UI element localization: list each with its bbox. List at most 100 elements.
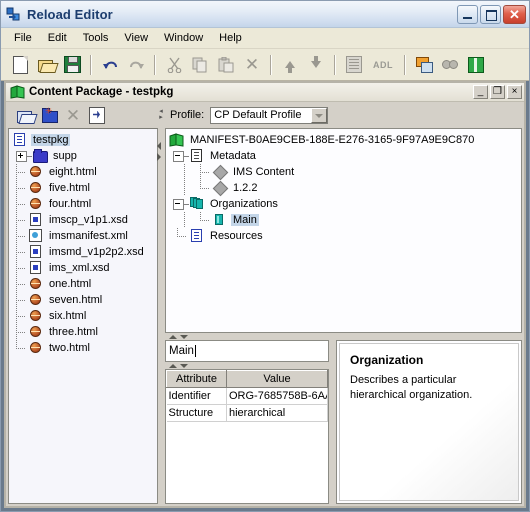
resources-icon (189, 228, 205, 244)
vertical-splitter-help[interactable] (329, 340, 336, 504)
splitter-up-arrow[interactable] (169, 363, 177, 368)
tree-node-manifest[interactable]: MANIFEST-B0AE9CEB-188E-E276-3165-9F97A9E… (169, 132, 521, 148)
tree-node-metadata[interactable]: Metadata (169, 148, 521, 164)
collapse-metadata-icon[interactable] (173, 150, 184, 162)
toolbar-open[interactable] (33, 52, 59, 78)
menu-help[interactable]: Help (211, 30, 250, 46)
menu-edit[interactable]: Edit (40, 30, 75, 46)
toolbar-help-book[interactable] (463, 52, 489, 78)
cp-restore-button[interactable]: ❐ (490, 85, 505, 99)
manifest-tree: MANIFEST-B0AE9CEB-188E-E276-3165-9F97A9E… (166, 129, 521, 244)
content-package-controls: _ ❐ × (473, 85, 522, 99)
cell-value[interactable]: ORG-7685758B-6AA... (226, 387, 328, 405)
tree-node-two-html[interactable]: two.html (12, 340, 157, 356)
tree-node-supp[interactable]: supp (12, 148, 157, 164)
chevron-down-icon[interactable] (311, 107, 328, 123)
toolbar-view-source[interactable] (437, 52, 463, 78)
horizontal-splitter-bottom[interactable] (165, 362, 329, 369)
toolbar-preview[interactable] (411, 52, 437, 78)
collapse-organizations-icon[interactable] (173, 198, 184, 210)
menu-window[interactable]: Window (156, 30, 211, 46)
column-header-attribute[interactable]: Attribute (166, 370, 227, 388)
attributes-table-panel[interactable]: Attribute Value Identifier ORG-7685758B-… (165, 369, 329, 504)
tree-node-version[interactable]: 1.2.2 (169, 180, 521, 197)
cp-delete[interactable]: ✕ (61, 104, 85, 126)
vertical-splitter[interactable] (157, 128, 165, 504)
splitter-down-arrow[interactable] (180, 334, 188, 339)
tree-node-five-html[interactable]: five.html (12, 180, 157, 196)
cp-refresh[interactable] (85, 104, 109, 126)
profile-label: Profile: (170, 109, 205, 121)
menu-view[interactable]: View (116, 30, 156, 46)
toolbar-paste[interactable] (213, 52, 239, 78)
open-package-icon (16, 109, 34, 123)
menu-file[interactable]: File (6, 30, 40, 46)
package-doc-icon (12, 132, 28, 148)
tree-node-label: imsmd_v1p2p2.xsd (49, 246, 144, 258)
tree-node-resources[interactable]: Resources (169, 228, 521, 244)
horizontal-splitter-top[interactable] (165, 333, 522, 340)
toolbar-metadata[interactable] (341, 52, 367, 78)
tree-node-eight-html[interactable]: eight.html (12, 164, 157, 180)
tree-node-organizations[interactable]: Organizations (169, 196, 521, 212)
tree-node-root[interactable]: testpkg (12, 132, 157, 148)
toolbar-redo[interactable] (123, 52, 149, 78)
toolbar-cut[interactable] (161, 52, 187, 78)
table-row[interactable]: Structure hierarchical (166, 404, 328, 422)
maximize-button[interactable] (480, 4, 501, 24)
html-globe-icon (28, 292, 44, 308)
adl-text-icon: ADL (373, 59, 393, 70)
toolbar-move-down[interactable] (303, 52, 329, 78)
splitter-up-arrow[interactable] (169, 334, 177, 339)
text-caret (194, 345, 196, 357)
file-tree-panel[interactable]: testpkg supp eight.html five.html four.h… (8, 128, 158, 504)
tree-node-label: 1.2.2 (233, 182, 258, 194)
name-input[interactable]: Main (165, 340, 329, 362)
tree-node-ims-content[interactable]: IMS Content (169, 164, 521, 181)
reload-app-icon (6, 6, 22, 22)
toolbar-move-up[interactable] (277, 52, 303, 78)
splitter-collapse-left-arrow[interactable] (157, 142, 161, 150)
cp-minimize-button[interactable]: _ (473, 85, 488, 99)
toolbar-adl[interactable]: ADL (367, 52, 399, 78)
toolbar-undo[interactable] (97, 52, 123, 78)
tree-node-six-html[interactable]: six.html (12, 308, 157, 324)
tree-node-imscp-xsd[interactable]: imscp_v1p1.xsd (12, 212, 157, 228)
manifest-tree-panel[interactable]: MANIFEST-B0AE9CEB-188E-E276-3165-9F97A9E… (165, 128, 522, 333)
content-package-body: testpkg supp eight.html five.html four.h… (6, 128, 524, 506)
toolbar-delete[interactable]: ✕ (239, 52, 265, 78)
minimize-button[interactable] (457, 4, 478, 24)
tree-node-label: Resources (210, 230, 263, 242)
tree-node-one-html[interactable]: one.html (12, 276, 157, 292)
file-tree: testpkg supp eight.html five.html four.h… (9, 129, 157, 356)
profile-select[interactable]: CP Default Profile (210, 106, 329, 124)
tree-node-ims-xml-xsd[interactable]: ims_xml.xsd (12, 260, 157, 276)
cell-attribute: Identifier (166, 387, 227, 405)
toolbar-save[interactable] (59, 52, 85, 78)
tree-node-imsmd-xsd[interactable]: imsmd_v1p2p2.xsd (12, 244, 157, 260)
toolbar-new[interactable] (7, 52, 33, 78)
paste-clipboard-icon (218, 56, 234, 72)
cell-value[interactable]: hierarchical (226, 404, 328, 422)
cp-add-files[interactable]: ✳ (37, 104, 61, 126)
close-button[interactable]: ✕ (503, 4, 526, 24)
splitter-collapse-right-arrow[interactable] (157, 153, 161, 161)
splitter-down-arrow[interactable] (180, 363, 188, 368)
toolbar-separator (404, 54, 406, 75)
tree-node-four-html[interactable]: four.html (12, 196, 157, 212)
cp-close-button[interactable]: × (507, 85, 522, 99)
menu-tools[interactable]: Tools (75, 30, 117, 46)
tree-node-three-html[interactable]: three.html (12, 324, 157, 340)
table-row[interactable]: Identifier ORG-7685758B-6AA... (166, 387, 328, 405)
tree-node-imsmanifest-xml[interactable]: imsmanifest.xml (12, 228, 157, 244)
html-globe-icon (28, 276, 44, 292)
expand-supp-icon[interactable] (16, 150, 27, 162)
tree-node-seven-html[interactable]: seven.html (12, 292, 157, 308)
cp-open-resource[interactable] (13, 104, 37, 126)
tree-node-main-organization[interactable]: Main (169, 212, 521, 228)
diamond-icon (212, 180, 229, 197)
toolbar-copy[interactable] (187, 52, 213, 78)
help-title: Organization (350, 353, 424, 367)
tree-node-label: Organizations (210, 198, 278, 210)
column-header-value[interactable]: Value (226, 370, 328, 388)
